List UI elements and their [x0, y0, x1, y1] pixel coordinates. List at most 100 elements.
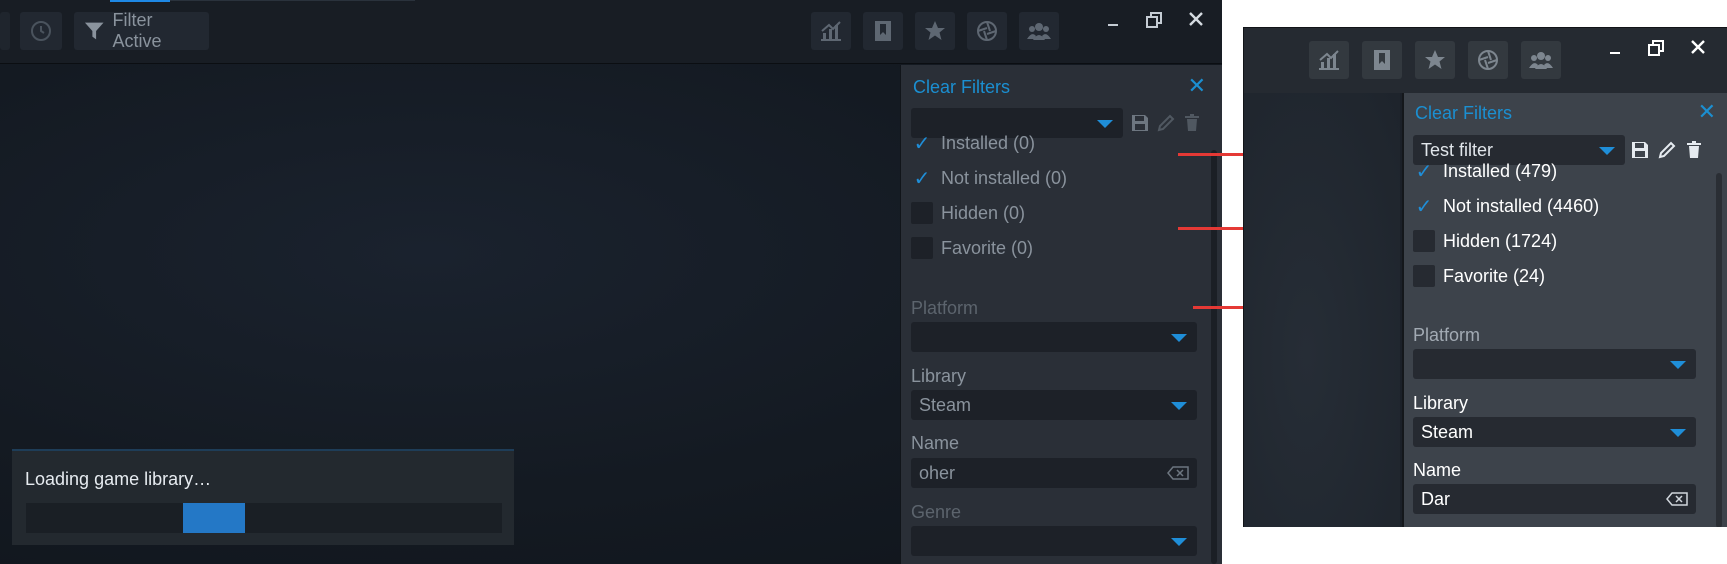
bookmark-button[interactable]: [863, 12, 903, 50]
friends-icon: [1529, 52, 1553, 69]
bookmark-icon: [1374, 50, 1390, 70]
checkbox-not-installed[interactable]: ✓ Not installed (0): [911, 167, 1068, 190]
platform-select[interactable]: [911, 322, 1197, 352]
library-value: Steam: [919, 394, 972, 415]
toolbar-button-partial[interactable]: [0, 12, 10, 50]
left-screenshot: Filter Active Clear Filters ✕ ✓ Installe…: [0, 0, 1222, 564]
checkbox-box: [1413, 230, 1435, 252]
library-select[interactable]: Steam: [1413, 417, 1696, 447]
edit-icon[interactable]: [1155, 111, 1177, 135]
aperture-icon: [1478, 50, 1498, 70]
stats-button[interactable]: [1309, 41, 1349, 79]
checkbox-hidden[interactable]: Hidden (0): [911, 202, 1025, 224]
name-input[interactable]: Dar: [1413, 484, 1696, 514]
checkmark-icon: ✓: [1415, 160, 1433, 183]
panel-close-icon[interactable]: ✕: [1698, 99, 1716, 125]
save-icon[interactable]: [1129, 111, 1151, 135]
star-button[interactable]: [915, 12, 955, 50]
top-progress-accent: [110, 0, 170, 2]
loading-progress-bar: [26, 503, 502, 533]
checkbox-not-installed[interactable]: ✓ Not installed (4460): [1413, 195, 1600, 218]
library-select[interactable]: Steam: [911, 390, 1197, 420]
restore-icon[interactable]: [1140, 6, 1168, 34]
aperture-button[interactable]: [967, 12, 1007, 50]
checkbox-hidden[interactable]: Hidden (1724): [1413, 230, 1557, 252]
bookmark-button[interactable]: [1362, 41, 1402, 79]
checkbox-favorite[interactable]: Favorite (24): [1413, 265, 1545, 287]
friends-button[interactable]: [1521, 41, 1561, 79]
checkmark-icon: ✓: [913, 167, 931, 190]
platform-label: Platform: [911, 298, 979, 318]
checkbox-label: Not installed (0): [941, 167, 1068, 188]
chevron-down-icon: [1097, 120, 1113, 128]
chevron-down-icon: [1171, 402, 1187, 410]
clear-text-icon[interactable]: [1167, 466, 1189, 480]
minimize-icon[interactable]: [1601, 36, 1629, 64]
tab-divider: [170, 0, 415, 1]
checkbox-box: [1413, 265, 1435, 287]
checkmark-icon: ✓: [1415, 195, 1433, 218]
top-toolbar: Filter Active: [0, 0, 1222, 64]
scrollbar[interactable]: [1716, 173, 1722, 527]
star-button[interactable]: [1415, 41, 1455, 79]
top-toolbar: [1244, 28, 1727, 93]
checkbox-label: Favorite (0): [941, 237, 1034, 258]
minimize-icon[interactable]: [1099, 8, 1127, 36]
clear-filters-link[interactable]: Clear Filters: [1415, 103, 1512, 124]
close-icon[interactable]: [1182, 5, 1210, 33]
save-icon[interactable]: [1629, 138, 1651, 162]
checkbox-label: Hidden (0): [941, 202, 1026, 223]
filter-panel: Clear Filters ✕ ✓ Installed (0) ✓ Not in…: [900, 65, 1222, 564]
clock-button[interactable]: [20, 12, 62, 50]
library-value: Steam: [1421, 421, 1474, 442]
genre-label: Genre: [911, 502, 962, 522]
friends-icon: [1027, 23, 1051, 40]
checkbox-label: Installed (479): [1443, 160, 1558, 181]
loading-text: Loading game library…: [25, 469, 212, 489]
chevron-down-icon: [1171, 334, 1187, 342]
chevron-down-icon: [1171, 538, 1187, 546]
edit-icon[interactable]: [1656, 138, 1678, 162]
clock-icon: [31, 21, 51, 41]
checkbox-installed[interactable]: ✓ Installed (0): [911, 132, 1035, 155]
chevron-down-icon: [1670, 429, 1686, 437]
trash-icon[interactable]: [1683, 138, 1705, 162]
panel-close-icon[interactable]: ✕: [1188, 73, 1206, 99]
filter-preset-value: Test filter: [1421, 139, 1494, 160]
star-icon: [925, 21, 945, 40]
platform-select[interactable]: [1413, 349, 1696, 379]
library-label: Library: [1413, 393, 1469, 413]
clear-filters-link[interactable]: Clear Filters: [913, 77, 1010, 98]
name-input[interactable]: oher: [911, 458, 1197, 488]
filter-active-button[interactable]: Filter Active: [74, 10, 209, 51]
right-screenshot: Clear Filters ✕ Test filter ✓ Installed …: [1243, 27, 1727, 527]
bookmark-icon: [875, 21, 891, 41]
clear-text-icon[interactable]: [1666, 492, 1688, 506]
stats-button[interactable]: [811, 12, 851, 50]
aperture-button[interactable]: [1468, 41, 1508, 79]
filter-active-label: Filter Active: [112, 10, 162, 51]
loading-notification: Loading game library…: [12, 449, 514, 545]
star-icon: [1425, 50, 1445, 69]
close-icon[interactable]: [1684, 33, 1712, 61]
friends-button[interactable]: [1019, 12, 1059, 50]
genre-select[interactable]: [911, 526, 1197, 556]
name-label: Name: [911, 433, 960, 453]
name-input-value: Dar: [1421, 488, 1451, 509]
chevron-down-icon: [1599, 147, 1615, 155]
stats-icon: [821, 21, 841, 41]
restore-icon[interactable]: [1642, 34, 1670, 62]
checkbox-favorite[interactable]: Favorite (0): [911, 237, 1033, 259]
aperture-icon: [977, 21, 997, 41]
loading-progress-fill: [183, 503, 245, 533]
checkbox-label: Favorite (24): [1443, 265, 1546, 286]
checkbox-installed[interactable]: ✓ Installed (479): [1413, 160, 1558, 183]
trash-icon[interactable]: [1181, 111, 1203, 135]
filter-panel: Clear Filters ✕ Test filter ✓ Installed …: [1402, 93, 1727, 527]
name-input-value: oher: [919, 462, 956, 483]
stats-icon: [1319, 50, 1339, 70]
checkbox-label: Not installed (4460): [1443, 195, 1600, 216]
checkbox-box: [911, 202, 933, 224]
scrollbar[interactable]: [1211, 150, 1217, 564]
library-background: [1244, 93, 1400, 527]
